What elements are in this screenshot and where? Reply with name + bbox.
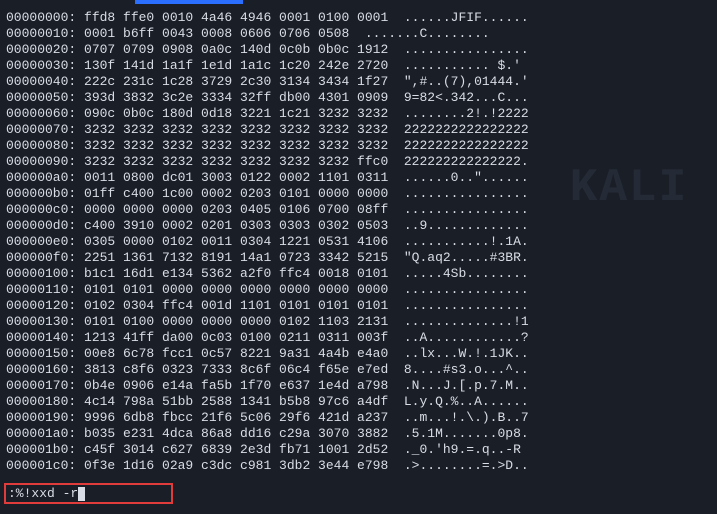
- hex-row: 00000170: 0b4e 0906 e14a fa5b 1f70 e637 …: [6, 378, 717, 394]
- hex-row: 000000c0: 0000 0000 0000 0203 0405 0106 …: [6, 202, 717, 218]
- hex-row: 000000a0: 0011 0800 dc01 3003 0122 0002 …: [6, 170, 717, 186]
- hex-row: 00000180: 4c14 798a 51bb 2588 1341 b5b8 …: [6, 394, 717, 410]
- hex-row: 000001c0: 0f3e 1d16 02a9 c3dc c981 3db2 …: [6, 458, 717, 474]
- vim-command-line[interactable]: :%! xxd -r: [4, 483, 173, 504]
- hex-row: 00000050: 393d 3832 3c2e 3334 32ff db00 …: [6, 90, 717, 106]
- hex-row: 000000d0: c400 3910 0002 0201 0303 0303 …: [6, 218, 717, 234]
- hex-row: 000001a0: b035 e231 4dca 86a8 dd16 c29a …: [6, 426, 717, 442]
- hex-row: 00000110: 0101 0101 0000 0000 0000 0000 …: [6, 282, 717, 298]
- terminal-window: KALI LI 00000000: ffd8 ffe0 0010 4a46 49…: [0, 0, 717, 514]
- hex-row: 00000130: 0101 0100 0000 0000 0000 0102 …: [6, 314, 717, 330]
- hex-row: 00000090: 3232 3232 3232 3232 3232 3232 …: [6, 154, 717, 170]
- hex-row: 00000140: 1213 41ff da00 0c03 0100 0211 …: [6, 330, 717, 346]
- hex-row: 00000030: 130f 141d 1a1f 1e1d 1a1c 1c20 …: [6, 58, 717, 74]
- hex-row: 00000010: 0001 b6ff 0043 0008 0606 0706 …: [6, 26, 717, 42]
- hex-row: 000000e0: 0305 0000 0102 0011 0304 1221 …: [6, 234, 717, 250]
- command-prefix: :%!: [8, 486, 31, 502]
- hex-row: 00000190: 9996 6db8 fbcc 21f6 5c06 29f6 …: [6, 410, 717, 426]
- cursor: [78, 487, 85, 501]
- hex-row: 00000070: 3232 3232 3232 3232 3232 3232 …: [6, 122, 717, 138]
- command-text: xxd -r: [31, 486, 78, 502]
- hex-dump: 00000000: ffd8 ffe0 0010 4a46 4946 0001 …: [0, 4, 717, 474]
- hex-row: 00000150: 00e8 6c78 fcc1 0c57 8221 9a31 …: [6, 346, 717, 362]
- hex-row: 000001b0: c45f 3014 c627 6839 2e3d fb71 …: [6, 442, 717, 458]
- hex-row: 00000000: ffd8 ffe0 0010 4a46 4946 0001 …: [6, 10, 717, 26]
- hex-row: 00000100: b1c1 16d1 e134 5362 a2f0 ffc4 …: [6, 266, 717, 282]
- hex-row: 000000b0: 01ff c400 1c00 0002 0203 0101 …: [6, 186, 717, 202]
- hex-row: 00000020: 0707 0709 0908 0a0c 140d 0c0b …: [6, 42, 717, 58]
- hex-row: 00000060: 090c 0b0c 180d 0d18 3221 1c21 …: [6, 106, 717, 122]
- hex-row: 00000080: 3232 3232 3232 3232 3232 3232 …: [6, 138, 717, 154]
- hex-row: 00000160: 3813 c8f6 0323 7333 8c6f 06c4 …: [6, 362, 717, 378]
- hex-row: 000000f0: 2251 1361 7132 8191 14a1 0723 …: [6, 250, 717, 266]
- hex-row: 00000120: 0102 0304 ffc4 001d 1101 0101 …: [6, 298, 717, 314]
- hex-row: 00000040: 222c 231c 1c28 3729 2c30 3134 …: [6, 74, 717, 90]
